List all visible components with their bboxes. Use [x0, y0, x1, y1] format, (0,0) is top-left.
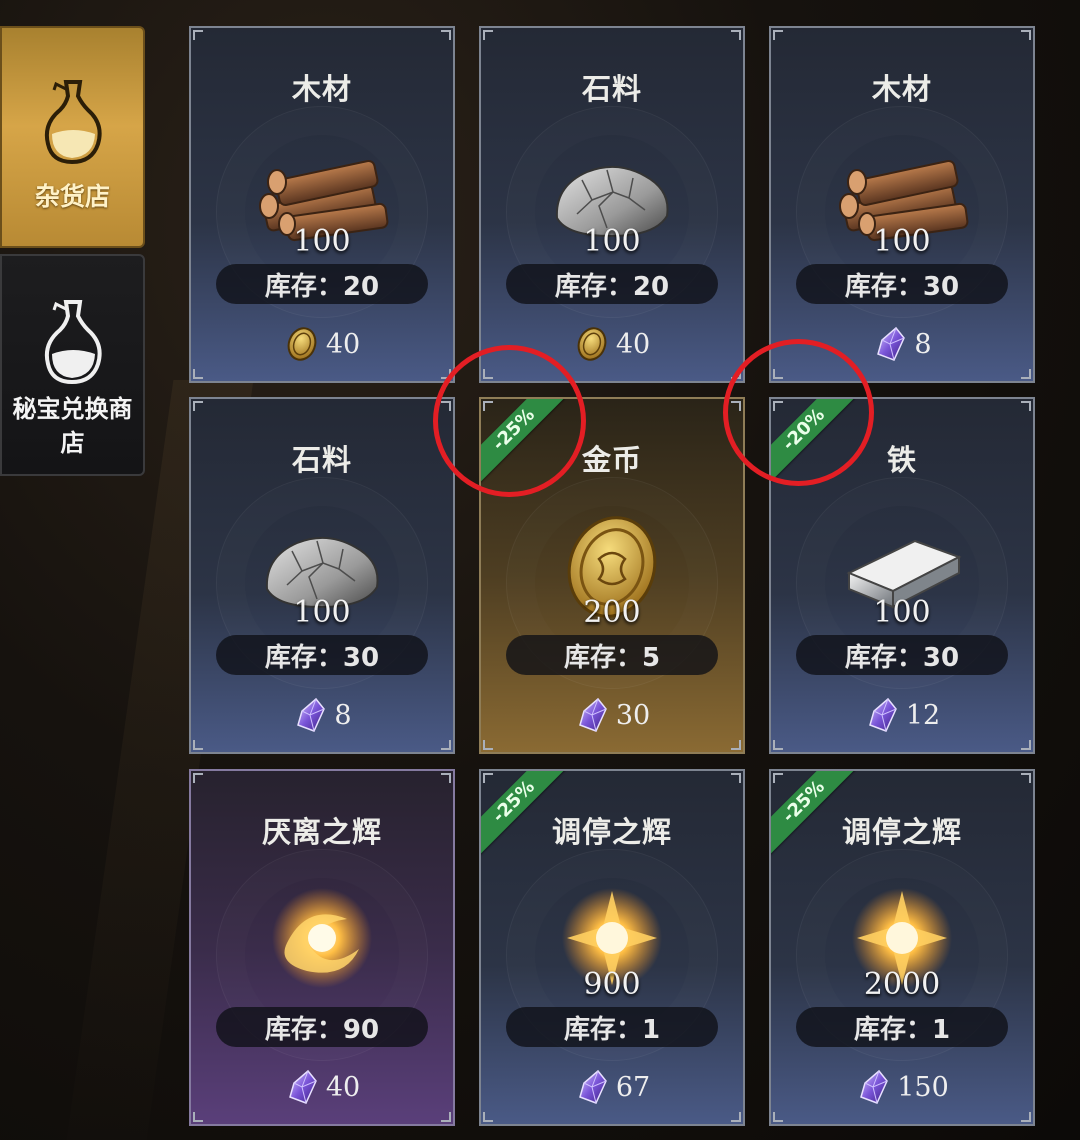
purple-crystal-icon — [574, 697, 610, 733]
item-quantity: 100 — [873, 224, 931, 259]
card-corner — [1021, 369, 1031, 379]
annotation-circle — [433, 345, 586, 497]
shop-item-card[interactable]: 木材 100 库存：30 8 — [769, 26, 1035, 383]
card-corner — [773, 1112, 783, 1122]
card-corner — [483, 30, 493, 40]
flask-icon — [44, 300, 102, 385]
shop-item-card[interactable]: -25% 调停之辉 900 库存：1 67 — [479, 769, 745, 1126]
card-corner — [1021, 1112, 1031, 1122]
card-corner — [193, 1112, 203, 1122]
card-corner — [731, 740, 741, 750]
stock-label: 库存：1 — [796, 1007, 1008, 1047]
item-name: 调停之辉 — [841, 815, 962, 849]
card-corner — [1021, 401, 1031, 411]
card-corner — [193, 30, 203, 40]
price-button[interactable]: 67 — [481, 1069, 743, 1105]
price-value: 40 — [325, 1071, 361, 1103]
card-corner — [483, 1112, 493, 1122]
item-quantity: 200 — [583, 595, 641, 630]
item-quantity: 100 — [293, 595, 351, 630]
card-corner — [193, 369, 203, 379]
stock-label: 库存：1 — [506, 1007, 718, 1047]
stock-label: 库存：20 — [216, 264, 428, 304]
price-button[interactable]: 8 — [191, 697, 453, 733]
card-corner — [1021, 740, 1031, 750]
item-quantity: 2000 — [863, 967, 941, 1002]
stock-label: 库存：30 — [796, 635, 1008, 675]
card-corner — [773, 30, 783, 40]
item-name: 调停之辉 — [551, 815, 672, 849]
purple-crystal-icon — [855, 1069, 891, 1105]
item-name: 厌离之辉 — [261, 815, 382, 849]
stock-label: 库存：5 — [506, 635, 718, 675]
card-corner — [1021, 773, 1031, 783]
card-corner — [483, 773, 493, 783]
price-button[interactable]: 12 — [771, 697, 1033, 733]
price-value: 40 — [615, 328, 651, 360]
flask-icon — [44, 80, 102, 165]
purple-crystal-icon — [872, 326, 908, 362]
price-button[interactable]: 40 — [191, 1069, 453, 1105]
card-corner — [1021, 30, 1031, 40]
shop-item-card[interactable]: 木材 100 库存：20 40 — [189, 26, 455, 383]
card-corner — [441, 30, 451, 40]
card-corner — [731, 773, 741, 783]
stock-label: 库存：30 — [216, 635, 428, 675]
tab-label: 杂货店 — [34, 182, 110, 211]
shop-item-card[interactable]: 石料 100 库存：30 8 — [189, 397, 455, 754]
item-quantity: 100 — [583, 224, 641, 259]
card-corner — [193, 740, 203, 750]
annotation-circle — [723, 339, 874, 486]
card-corner — [441, 1112, 451, 1122]
card-corner — [441, 740, 451, 750]
price-value: 30 — [615, 699, 651, 731]
radiant-orb-icon — [247, 883, 397, 993]
stock-label: 库存：20 — [506, 264, 718, 304]
card-corner — [773, 773, 783, 783]
item-quantity: 900 — [583, 967, 641, 1002]
shop-item-card[interactable]: 石料 100 库存：20 40 — [479, 26, 745, 383]
card-corner — [731, 30, 741, 40]
item-name: 石料 — [291, 443, 352, 477]
item-quantity: 100 — [293, 224, 351, 259]
price-value: 8 — [334, 699, 352, 731]
shop-item-card[interactable]: -25% 调停之辉 2000 库存：1 150 — [769, 769, 1035, 1126]
price-value: 40 — [325, 328, 361, 360]
tab-general-store[interactable]: 杂货店 — [0, 26, 145, 248]
stock-label: 库存：30 — [796, 264, 1008, 304]
item-name: 木材 — [291, 72, 352, 106]
price-value: 12 — [905, 699, 941, 731]
card-corner — [193, 773, 203, 783]
card-corner — [773, 740, 783, 750]
card-corner — [441, 773, 451, 783]
price-button[interactable]: 30 — [481, 697, 743, 733]
price-value: 150 — [897, 1071, 949, 1103]
card-corner — [483, 740, 493, 750]
gold-coin-icon — [574, 326, 610, 362]
shop-item-card[interactable]: 厌离之辉库存：90 40 — [189, 769, 455, 1126]
item-name: 石料 — [581, 72, 642, 106]
price-value: 8 — [914, 328, 932, 360]
item-name: 木材 — [871, 72, 932, 106]
purple-crystal-icon — [574, 1069, 610, 1105]
card-corner — [193, 401, 203, 411]
tab-treasure-exchange[interactable]: 秘宝兑换商店 — [0, 254, 145, 476]
purple-crystal-icon — [864, 697, 900, 733]
item-quantity: 100 — [873, 595, 931, 630]
tab-label: 秘宝兑换商店 — [12, 395, 133, 457]
purple-crystal-icon — [292, 697, 328, 733]
gold-coin-icon — [284, 326, 320, 362]
price-button[interactable]: 150 — [771, 1069, 1033, 1105]
shop-category-sidebar: 杂货店 秘宝兑换商店 — [0, 26, 145, 476]
stock-label: 库存：90 — [216, 1007, 428, 1047]
purple-crystal-icon — [284, 1069, 320, 1105]
price-value: 67 — [615, 1071, 651, 1103]
price-button[interactable]: 40 — [191, 326, 453, 362]
card-corner — [731, 1112, 741, 1122]
